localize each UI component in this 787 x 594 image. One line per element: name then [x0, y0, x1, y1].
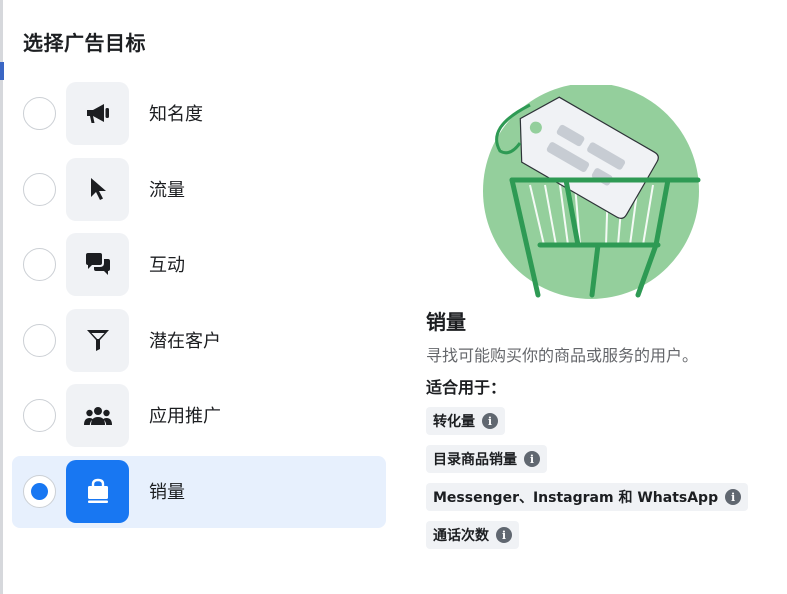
objective-option-app-promotion[interactable]: 应用推广	[12, 380, 386, 452]
use-case-chip: Messenger、Instagram 和 WhatsApp i	[426, 483, 749, 511]
chip-label: Messenger、Instagram 和 WhatsApp	[433, 490, 719, 506]
use-case-chip: 通话次数 i	[426, 521, 519, 549]
info-icon[interactable]: i	[482, 413, 498, 429]
objective-label: 销量	[149, 481, 185, 503]
use-case-chip: 转化量 i	[426, 407, 505, 435]
cursor-icon	[66, 157, 129, 221]
objective-option-awareness[interactable]: 知名度	[12, 78, 386, 150]
radio-button[interactable]	[23, 172, 56, 206]
info-icon[interactable]: i	[725, 489, 742, 505]
radio-button[interactable]	[23, 323, 56, 357]
people-icon	[66, 384, 129, 448]
chip-label: 目录商品销量	[433, 452, 517, 468]
radio-button[interactable]	[23, 248, 56, 282]
objective-option-leads[interactable]: 潜在客户	[12, 305, 386, 377]
info-icon[interactable]: i	[496, 527, 512, 543]
funnel-icon	[66, 308, 129, 372]
detail-description: 寻找可能购买你的商品或服务的用户。	[426, 346, 699, 365]
background-window-edge	[0, 0, 3, 594]
objective-option-traffic[interactable]: 流量	[12, 154, 386, 226]
dialog-title: 选择广告目标	[23, 31, 146, 55]
objective-option-sales[interactable]: 销量	[12, 455, 386, 528]
suitable-for-label: 适合用于：	[426, 378, 507, 397]
sales-illustration	[478, 83, 703, 303]
radio-button[interactable]	[23, 399, 56, 433]
radio-button[interactable]	[23, 97, 56, 130]
chip-label: 转化量	[433, 414, 475, 430]
objective-label: 知名度	[149, 104, 203, 125]
chip-label: 通话次数	[433, 528, 489, 544]
objective-label: 应用推广	[149, 406, 221, 428]
objective-label: 互动	[149, 255, 185, 277]
chat-bubbles-icon	[66, 233, 129, 297]
background-window-mark	[0, 62, 4, 80]
detail-title: 销量	[426, 310, 466, 334]
objective-option-engagement[interactable]: 互动	[12, 229, 386, 301]
use-case-chips: 转化量 i 目录商品销量 i Messenger、Instagram 和 Wha…	[426, 407, 749, 559]
info-icon[interactable]: i	[524, 451, 540, 467]
use-case-chip: 目录商品销量 i	[426, 445, 547, 473]
objective-list: 知名度 流量 互动 潜在客户 应用推广 销量	[12, 78, 386, 532]
radio-button-selected[interactable]	[23, 474, 56, 508]
objective-label: 潜在客户	[149, 330, 221, 352]
radio-dot	[31, 482, 48, 500]
megaphone-icon	[66, 82, 129, 145]
shopping-bag-icon	[66, 459, 129, 523]
objective-label: 流量	[149, 179, 185, 201]
